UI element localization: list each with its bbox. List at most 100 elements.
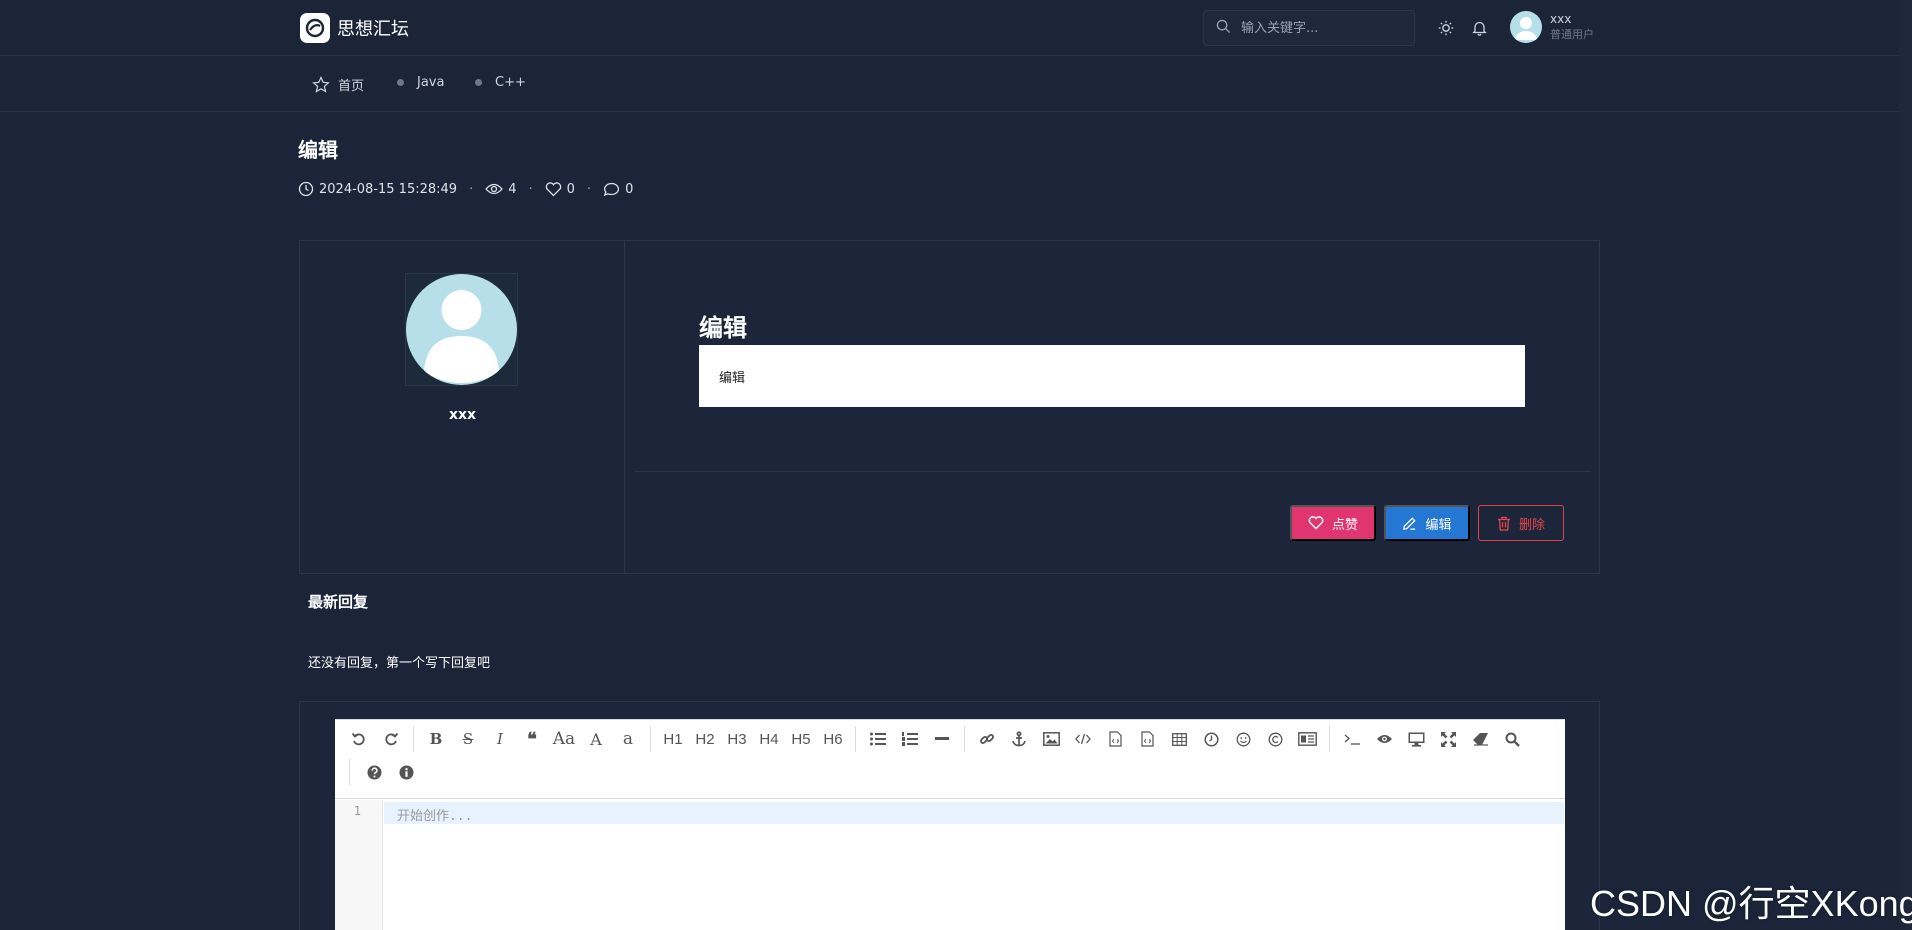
clock-icon [298, 181, 314, 197]
page-title: 编辑 [298, 138, 338, 162]
comment-count: 0 [625, 181, 634, 197]
trash-icon [1497, 516, 1510, 531]
heart-icon [1308, 516, 1324, 530]
nav-item-cpp[interactable]: C++ [475, 75, 526, 90]
avatar [406, 274, 517, 385]
toolbar-divider [964, 726, 965, 752]
delete-button[interactable]: 删除 [1478, 505, 1564, 541]
uppercase-button[interactable]: Aa [552, 726, 576, 752]
brand-logo-icon [300, 13, 330, 43]
post-meta: 2024-08-15 15:28:49 · 4 · 0 · 0 [298, 181, 633, 197]
h2-button[interactable]: H2 [693, 726, 717, 752]
nav-item-label: C++ [495, 75, 526, 90]
anchor-icon[interactable] [1007, 726, 1031, 752]
redo-icon[interactable] [379, 726, 403, 752]
line-number: 1 [353, 804, 361, 818]
link-icon[interactable] [975, 726, 999, 752]
dot-icon [397, 79, 404, 86]
html-entities-icon[interactable] [1263, 726, 1287, 752]
ordered-list-icon[interactable] [898, 726, 922, 752]
horizontal-rule-icon[interactable] [930, 726, 954, 752]
content-title: 编辑 [699, 314, 747, 342]
author-name: xxx [448, 407, 477, 423]
toolbar-divider [855, 726, 856, 752]
search-icon [1216, 19, 1231, 38]
quote-button[interactable]: ❝ [520, 726, 544, 752]
bell-icon[interactable] [1468, 17, 1490, 39]
image-icon[interactable] [1039, 726, 1063, 752]
author-panel: xxx [300, 241, 625, 573]
italic-button[interactable]: I [488, 726, 512, 752]
search-input[interactable] [1241, 20, 1401, 36]
fullscreen-icon[interactable] [1436, 726, 1460, 752]
view-count: 4 [508, 181, 517, 197]
editor-toolbar: B S I ❝ Aa A a H1 H2 H3 H4 H5 H6 [335, 720, 1565, 799]
eye-icon [485, 183, 504, 195]
nav-item-home[interactable]: 首页 [312, 75, 364, 94]
lowercase-button[interactable]: a [616, 726, 640, 752]
heart-icon [545, 181, 561, 196]
strikethrough-button[interactable]: S [456, 726, 480, 752]
author-avatar[interactable] [405, 273, 518, 386]
pagebreak-icon[interactable] [1295, 726, 1319, 752]
datetime-icon[interactable] [1199, 726, 1223, 752]
edit-label: 编辑 [1425, 517, 1452, 533]
active-line-highlight [384, 802, 1564, 824]
toolbar-divider [1329, 726, 1330, 752]
like-button[interactable]: 点赞 [1290, 505, 1376, 541]
h3-button[interactable]: H3 [725, 726, 749, 752]
search-box[interactable] [1203, 10, 1415, 46]
code-icon[interactable] [1071, 726, 1095, 752]
capitalize-button[interactable]: A [584, 726, 608, 752]
watermark: CSDN @行空XKong [1590, 883, 1912, 924]
markdown-editor: B S I ❝ Aa A a H1 H2 H3 H4 H5 H6 1 开始创作.… [335, 719, 1565, 930]
line-gutter: 1 [335, 800, 383, 930]
reply-editor-card: B S I ❝ Aa A a H1 H2 H3 H4 H5 H6 1 开始创作.… [299, 701, 1600, 930]
top-bar: 思想汇坛 xxx 普通用户 [0, 0, 1898, 56]
h5-button[interactable]: H5 [789, 726, 813, 752]
search-icon[interactable] [1500, 726, 1524, 752]
bold-button[interactable]: B [424, 726, 448, 752]
replies-heading: 最新回复 [308, 593, 369, 611]
brand[interactable]: 思想汇坛 [300, 13, 409, 43]
toolbar-divider [413, 726, 414, 752]
nav-item-label: 首页 [338, 79, 365, 94]
user-name: xxx [1550, 12, 1572, 26]
eraser-icon[interactable] [1468, 726, 1492, 752]
star-icon [312, 75, 330, 94]
toolbar-divider [349, 759, 350, 785]
toolbar-divider [650, 726, 651, 752]
nav-item-java[interactable]: Java [397, 75, 444, 90]
user-role: 普通用户 [1550, 28, 1594, 41]
like-count: 0 [566, 181, 575, 197]
post-date: 2024-08-15 15:28:49 [319, 181, 458, 197]
emoji-icon[interactable] [1231, 726, 1255, 752]
user-menu[interactable]: xxx 普通用户 [1510, 11, 1594, 43]
preformatted-icon[interactable] [1135, 726, 1159, 752]
brand-name: 思想汇坛 [337, 19, 409, 40]
code-block-icon[interactable] [1103, 726, 1127, 752]
like-label: 点赞 [1331, 517, 1358, 533]
dot-icon [475, 79, 482, 86]
empty-replies-text: 还没有回复，第一个写下回复吧 [308, 656, 491, 671]
undo-icon[interactable] [347, 726, 371, 752]
h6-button[interactable]: H6 [821, 726, 845, 752]
info-icon[interactable] [394, 759, 418, 785]
theme-toggle-icon[interactable] [1435, 17, 1457, 39]
category-nav: 首页 Java C++ [0, 56, 1898, 112]
terminal-icon[interactable] [1340, 726, 1364, 752]
editor-text-area[interactable]: 1 开始创作... [335, 800, 1565, 930]
h1-button[interactable]: H1 [661, 726, 685, 752]
comment-icon [603, 182, 620, 196]
post-card: xxx 编辑 编辑 点赞 编辑 删除 [299, 240, 1600, 574]
h4-button[interactable]: H4 [757, 726, 781, 752]
delete-label: 删除 [1518, 517, 1545, 533]
unordered-list-icon[interactable] [866, 726, 890, 752]
page-scrollbar[interactable] [1898, 0, 1912, 930]
table-icon[interactable] [1167, 726, 1191, 752]
desktop-icon[interactable] [1404, 726, 1428, 752]
editor-placeholder: 开始创作... [397, 809, 473, 824]
edit-button[interactable]: 编辑 [1384, 505, 1470, 541]
preview-eye-icon[interactable] [1372, 726, 1396, 752]
help-icon[interactable] [362, 759, 386, 785]
